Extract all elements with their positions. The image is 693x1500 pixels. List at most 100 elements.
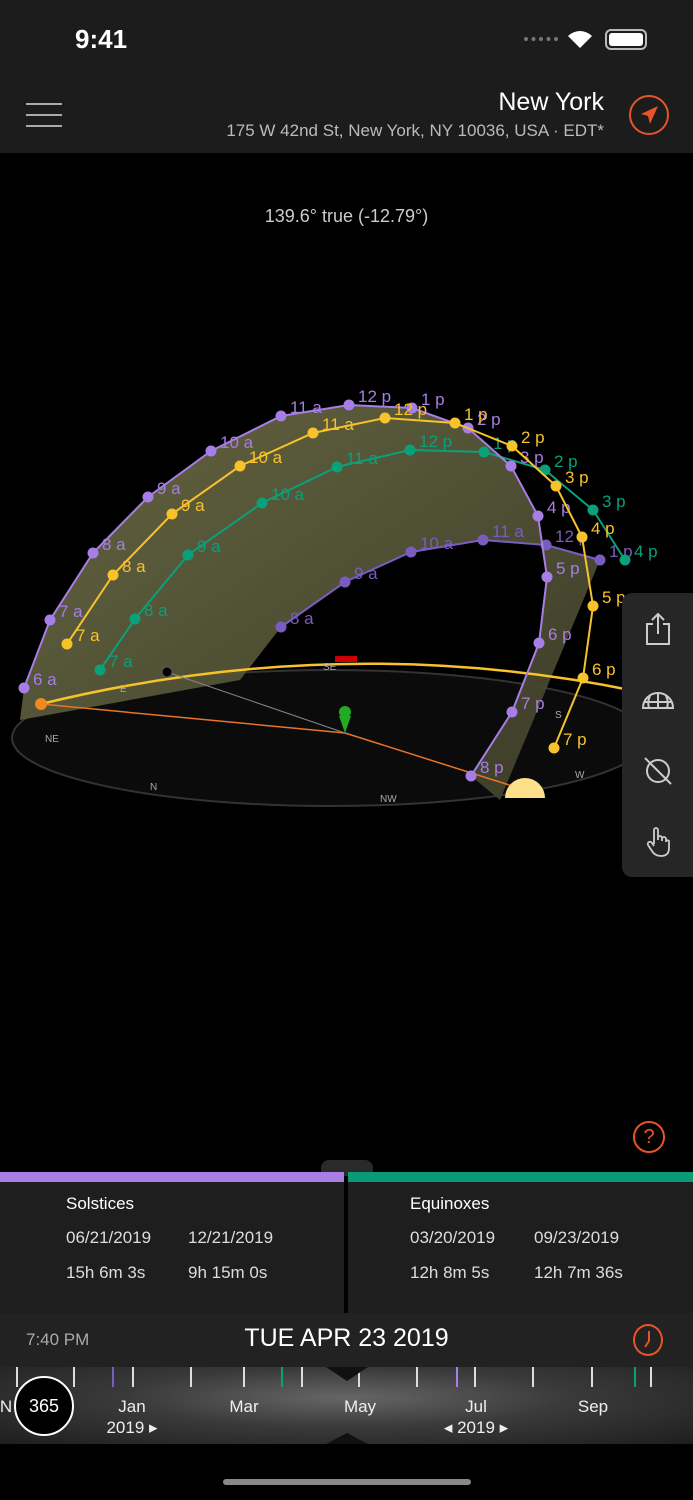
month-label: Jan	[118, 1397, 146, 1416]
hour-dot	[477, 534, 489, 546]
winter-solstice-date: 12/21/2019	[188, 1228, 274, 1247]
hour-dot	[256, 497, 268, 509]
solstices-panel[interactable]: Solstices 06/21/2019 12/21/2019 15h 6m 3…	[0, 1182, 344, 1313]
hour-dot	[61, 638, 73, 650]
side-toolbar	[622, 593, 693, 877]
autumn-equinox-duration: 12h 7m 36s	[534, 1263, 623, 1282]
hour-dot	[576, 531, 588, 543]
year-label-center[interactable]: ◂ 2019 ▸	[444, 1418, 508, 1438]
hour-dot	[506, 440, 518, 452]
hour-dot	[234, 460, 246, 472]
current-date[interactable]: TUE APR 23 2019	[0, 1324, 693, 1353]
month-label: Jul	[465, 1397, 487, 1416]
hour-dot	[505, 460, 517, 472]
days-toggle-button[interactable]: 365	[14, 1376, 74, 1436]
summer-solstice-duration: 15h 6m 3s	[66, 1263, 146, 1282]
south-marker	[335, 656, 357, 662]
hour-dot	[182, 549, 194, 561]
hour-label: 11 a	[322, 415, 354, 434]
hour-dot	[404, 444, 416, 456]
hour-dot	[533, 637, 545, 649]
hour-dot	[506, 706, 518, 718]
month-label: N	[0, 1397, 13, 1416]
hour-dot	[532, 510, 544, 522]
compass-label: NW	[380, 794, 397, 805]
compass-off-icon	[643, 756, 672, 785]
compass-off-button[interactable]	[622, 735, 693, 806]
hour-dot	[465, 770, 477, 782]
clock-button[interactable]	[633, 1324, 663, 1356]
hour-dot	[94, 664, 106, 676]
hour-dot	[587, 504, 599, 516]
spring-equinox-date: 03/20/2019	[410, 1228, 496, 1247]
hour-dot	[275, 621, 287, 633]
hour-dot	[275, 410, 287, 422]
hour-dot	[550, 480, 562, 492]
hour-dot	[142, 491, 154, 503]
hour-dot	[379, 412, 391, 424]
summer-solstice-date: 06/21/2019	[66, 1228, 152, 1247]
hour-label: 12 p	[358, 387, 391, 406]
hour-label: 6 p	[592, 660, 616, 679]
help-button[interactable]: ?	[633, 1121, 665, 1153]
hour-label: 7 p	[521, 694, 545, 713]
hand-pointer-icon	[646, 826, 670, 857]
hour-label: 7 p	[563, 730, 587, 749]
hour-dot	[307, 427, 319, 439]
sun-path-3d-view[interactable]: ESESWNWNNE8 a9 a10 a11 a 12 p1 p7 a8 a9 a…	[0, 153, 693, 1153]
hour-label: 7 a	[109, 652, 133, 671]
hour-label: 7 a	[59, 602, 83, 621]
hour-label: 3 p	[565, 468, 589, 487]
hour-label: 3 p	[602, 492, 626, 511]
hour-label: 8 a	[144, 601, 168, 620]
share-button[interactable]	[622, 593, 693, 664]
globe-button[interactable]	[622, 664, 693, 735]
hour-label: 4 p	[634, 542, 658, 561]
observer-pin-head	[339, 706, 351, 718]
hour-dot	[87, 547, 99, 559]
timeline-marker	[326, 1367, 368, 1444]
hour-label: 10 a	[271, 485, 305, 504]
hour-dot	[166, 508, 178, 520]
hour-dot	[343, 399, 355, 411]
equinoxes-title: Equinoxes	[410, 1194, 490, 1213]
hour-label: 11 a	[492, 522, 524, 541]
hour-label: 6 a	[33, 670, 57, 689]
hour-label: 9 a	[197, 537, 221, 556]
equinoxes-panel[interactable]: Equinoxes 03/20/2019 09/23/2019 12h 8m 5…	[348, 1182, 693, 1313]
status-time: 9:41	[75, 24, 128, 54]
city-name[interactable]: New York	[498, 88, 604, 117]
hour-label: 10 a	[249, 448, 283, 467]
hour-label: 12 p	[394, 400, 427, 419]
hour-dot	[619, 554, 631, 566]
hour-label: 5 p	[556, 559, 580, 578]
share-icon	[645, 612, 670, 645]
hour-label: 9 a	[354, 564, 378, 583]
hour-dot	[129, 613, 141, 625]
year-label-left[interactable]: 2019 ▸	[106, 1418, 157, 1438]
compass-label: E	[120, 684, 127, 695]
globe-icon	[641, 691, 674, 709]
compass-label: NE	[45, 734, 59, 745]
hour-dot	[548, 742, 560, 754]
location-arrow-button[interactable]	[629, 95, 669, 135]
address[interactable]: 175 W 42nd St, New York, NY 10036, USA ·…	[226, 121, 604, 141]
month-label: Sep	[577, 1397, 609, 1416]
menu-button[interactable]	[26, 103, 62, 127]
compass-label: SE	[323, 662, 337, 673]
hour-label: 6 p	[548, 625, 572, 644]
hour-dot	[478, 446, 490, 458]
compass-label: N	[150, 782, 157, 793]
equinox-color-bar	[348, 1172, 693, 1182]
touch-button[interactable]	[622, 806, 693, 877]
date-timeline-slider[interactable]: N Jan Mar May Jul Sep 2019 ▸ ◂ 2019 ▸	[0, 1367, 693, 1444]
hour-label: 11 a	[290, 398, 322, 417]
hour-label: 4 p	[591, 519, 615, 538]
signal-icon	[524, 37, 558, 43]
solstices-title: Solstices	[66, 1194, 135, 1213]
hour-dot	[44, 614, 56, 626]
spring-equinox-duration: 12h 8m 5s	[410, 1263, 490, 1282]
hour-label: 9 a	[157, 479, 181, 498]
hour-dot	[331, 461, 343, 473]
hour-dot	[339, 576, 351, 588]
